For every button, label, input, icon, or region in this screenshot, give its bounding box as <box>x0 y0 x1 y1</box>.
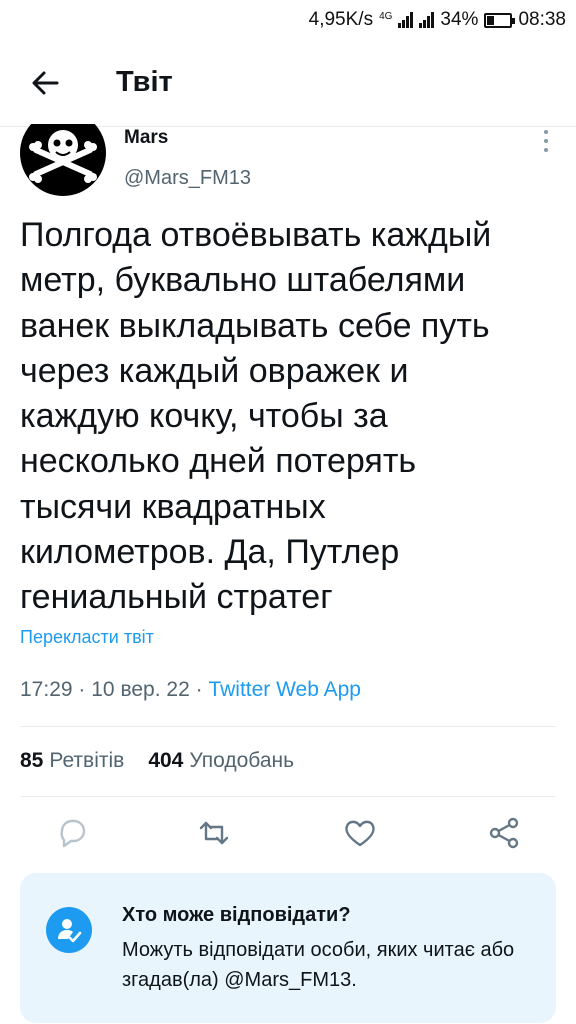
meta-separator: · <box>78 678 86 701</box>
translate-tweet-link[interactable]: Перекласти твіт <box>20 627 154 648</box>
status-bar: 4,95K/s 4G 34% 08:38 <box>0 0 576 40</box>
tweet-date: 10 вер. 22 <box>91 678 190 701</box>
like-icon[interactable] <box>342 815 378 851</box>
more-options-icon[interactable] <box>542 130 550 152</box>
who-can-reply-title: Хто може відповідати? <box>122 904 351 926</box>
likes-count[interactable]: 404 <box>148 749 183 773</box>
avatar[interactable] <box>20 124 106 196</box>
network-speed: 4,95K/s <box>308 9 374 30</box>
who-can-reply-description: Можуть відповідати особи, яких читає або… <box>122 939 515 991</box>
tweet-meta: 17:29 · 10 вер. 22 · Twitter Web App <box>20 678 361 702</box>
network-type: 4G <box>379 10 393 22</box>
author-handle[interactable]: @Mars_FM13 <box>124 167 251 190</box>
top-app-bar: Твіт <box>0 56 576 112</box>
tweet-text: Полгода отвоёвывать каждый метр, букваль… <box>20 216 492 617</box>
reply-icon[interactable] <box>54 815 90 851</box>
divider <box>20 726 556 727</box>
author-name[interactable]: Mars <box>124 127 168 149</box>
tweet-stats: 85 Ретвітів 404 Уподобань <box>20 749 294 773</box>
clock: 08:38 <box>518 9 566 30</box>
status-bar-right: 4,95K/s 4G 34% 08:38 <box>309 9 566 31</box>
divider <box>20 796 556 797</box>
user-check-icon <box>46 907 92 953</box>
tweet-actions <box>0 815 576 855</box>
likes-label[interactable]: Уподобань <box>189 749 294 773</box>
retweet-icon[interactable] <box>196 815 232 851</box>
signal-icon <box>398 12 414 28</box>
tweet-source-link[interactable]: Twitter Web App <box>208 678 361 701</box>
who-can-reply-card: Хто може відповідати? Можуть відповідати… <box>20 873 556 1023</box>
tweet-time: 17:29 <box>20 678 73 701</box>
battery-percent: 34% <box>440 9 479 30</box>
battery-icon <box>484 12 516 28</box>
skull-crossbones-icon <box>20 124 106 196</box>
retweets-count[interactable]: 85 <box>20 749 43 773</box>
share-icon[interactable] <box>486 815 522 851</box>
page-title: Твіт <box>116 66 173 98</box>
meta-separator-2: · <box>195 678 203 701</box>
retweets-label[interactable]: Ретвітів <box>49 749 124 773</box>
signal-icon-2 <box>419 12 435 28</box>
arrow-left-icon[interactable] <box>28 66 62 100</box>
